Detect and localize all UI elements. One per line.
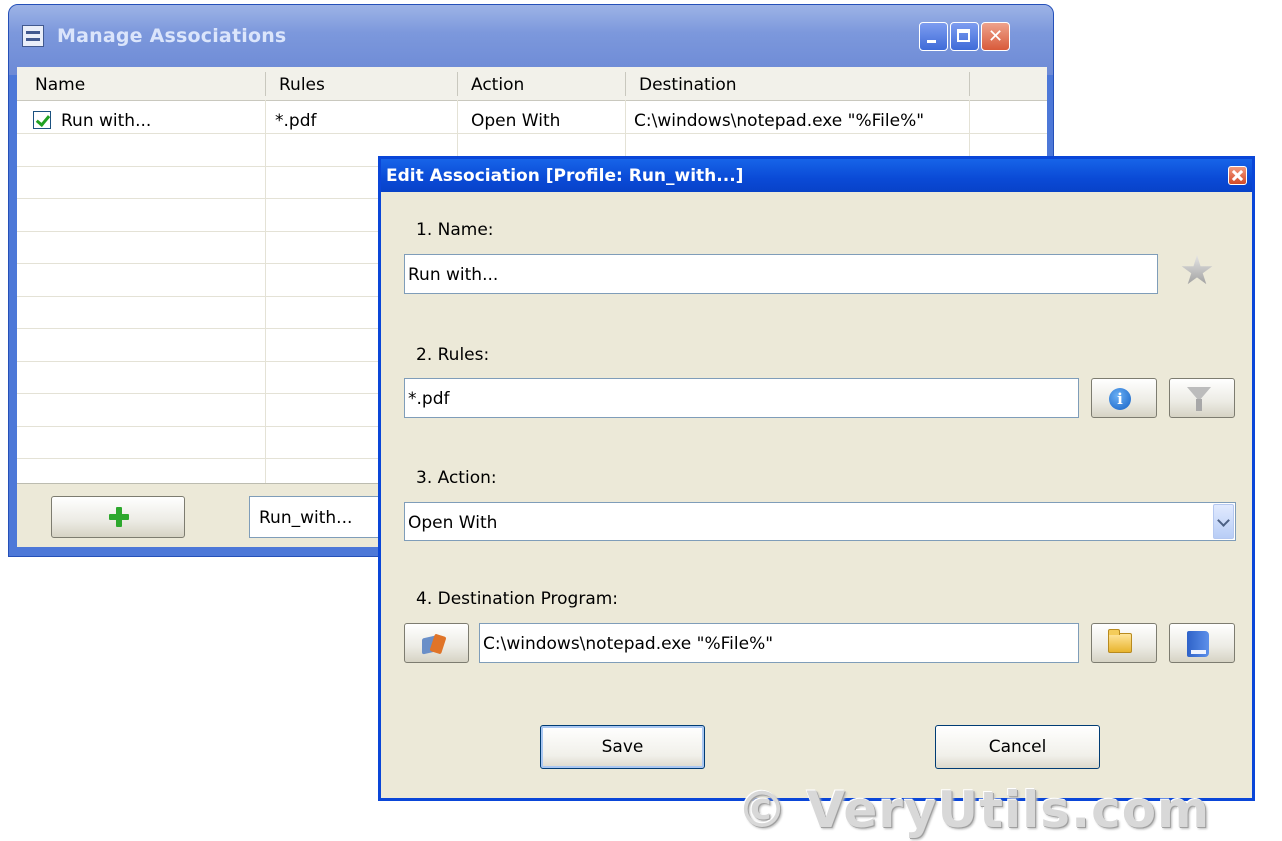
action-label: 3. Action: (416, 468, 497, 488)
cell-name: Run with... (61, 111, 152, 131)
action-dropdown-button[interactable] (1213, 504, 1234, 539)
app-list-icon (22, 25, 44, 47)
book-icon (1187, 631, 1209, 657)
select-program-button[interactable] (404, 623, 469, 663)
main-window-title: Manage Associations (57, 25, 287, 47)
main-title-bar[interactable]: Manage Associations ✕ (9, 5, 1053, 75)
rules-filter-button[interactable] (1169, 378, 1235, 418)
rules-input[interactable]: *.pdf (404, 378, 1079, 418)
action-select[interactable]: Open With (404, 502, 1236, 541)
cell-destination: C:\windows\notepad.exe "%File%" (634, 111, 925, 131)
cell-action: Open With (471, 111, 561, 131)
program-icon (422, 633, 447, 655)
watermark-text: © VeryUtils.com (737, 781, 1211, 839)
add-association-button[interactable] (51, 496, 185, 538)
column-header-destination[interactable]: Destination (639, 75, 737, 95)
destination-label: 4. Destination Program: (416, 589, 619, 609)
column-header-rules[interactable]: Rules (279, 75, 325, 95)
row-enabled-checkbox[interactable] (33, 111, 51, 129)
column-header-name[interactable]: Name (35, 75, 85, 95)
info-icon: i (1109, 388, 1131, 410)
browse-folder-button[interactable] (1091, 623, 1157, 663)
plus-icon (109, 507, 129, 527)
help-book-button[interactable] (1169, 623, 1235, 663)
column-header-action[interactable]: Action (471, 75, 524, 95)
table-header: Name Rules Action Destination (17, 67, 1047, 101)
dialog-close-button[interactable] (1228, 166, 1247, 185)
cell-rules: *.pdf (275, 111, 317, 131)
edit-association-dialog: Edit Association [Profile: Run_with...] … (378, 156, 1255, 801)
save-button[interactable]: Save (540, 725, 705, 769)
chevron-down-icon (1217, 514, 1230, 527)
rules-label: 2. Rules: (416, 345, 490, 365)
dialog-title: Edit Association [Profile: Run_with...] (386, 166, 744, 186)
action-selected-value: Open With (408, 513, 498, 533)
name-label: 1. Name: (416, 220, 494, 240)
name-input[interactable]: Run with... (404, 254, 1158, 294)
destination-input[interactable]: C:\windows\notepad.exe "%File%" (479, 623, 1079, 663)
rules-info-button[interactable]: i (1091, 378, 1157, 418)
dialog-title-bar[interactable]: Edit Association [Profile: Run_with...] (381, 159, 1252, 192)
close-button[interactable]: ✕ (981, 22, 1010, 51)
star-icon[interactable] (1181, 255, 1213, 285)
filter-icon (1187, 387, 1211, 411)
minimize-button[interactable] (919, 22, 948, 51)
cancel-button[interactable]: Cancel (935, 725, 1100, 769)
folder-icon (1108, 629, 1132, 653)
maximize-button[interactable] (950, 22, 979, 51)
